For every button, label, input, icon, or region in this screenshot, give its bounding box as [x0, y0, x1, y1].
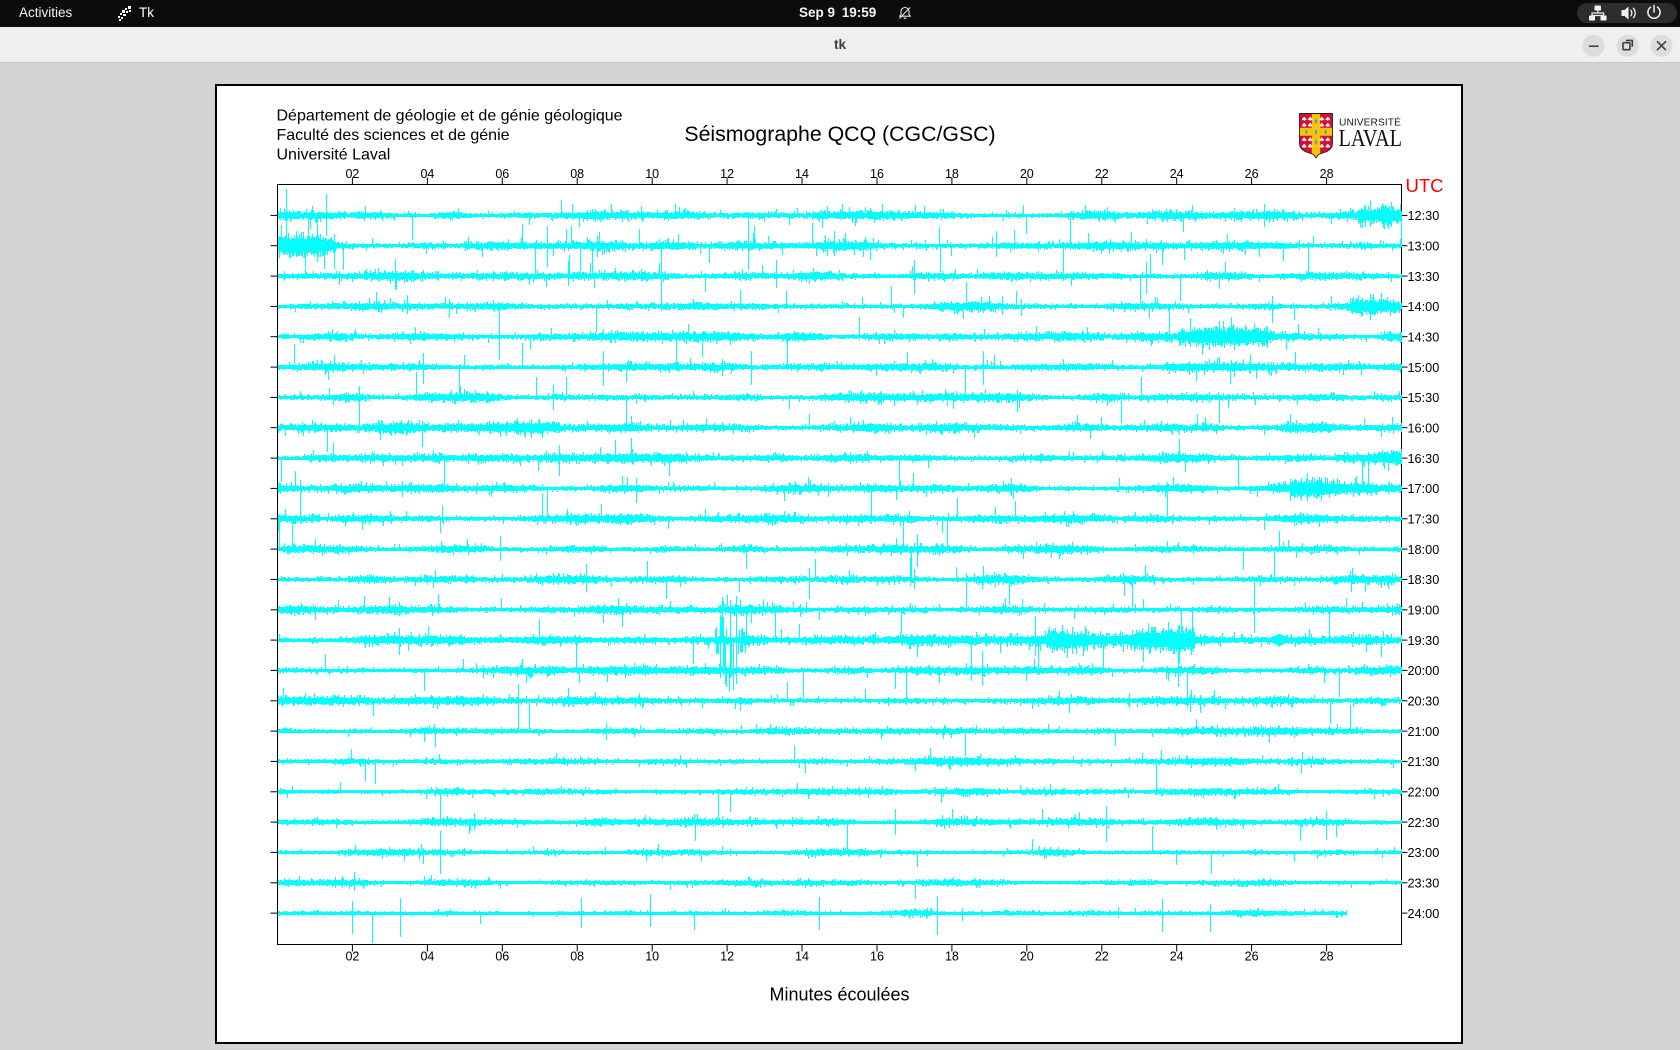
svg-text:18:00: 18:00 — [1408, 543, 1440, 557]
svg-text:18: 18 — [945, 950, 959, 964]
svg-text:15:00: 15:00 — [1408, 361, 1440, 375]
svg-text:13:00: 13:00 — [1408, 239, 1440, 253]
svg-text:10: 10 — [645, 167, 659, 181]
svg-text:Séismographe QCQ (CGC/GSC): Séismographe QCQ (CGC/GSC) — [684, 122, 995, 146]
svg-text:28: 28 — [1320, 950, 1334, 964]
svg-text:14:00: 14:00 — [1408, 300, 1440, 314]
svg-text:26: 26 — [1245, 167, 1259, 181]
svg-text:Département de géologie et de: Département de géologie et de génie géol… — [277, 108, 623, 125]
svg-text:06: 06 — [495, 950, 509, 964]
svg-text:21:30: 21:30 — [1408, 755, 1440, 769]
svg-text:17:30: 17:30 — [1408, 513, 1440, 527]
svg-text:20: 20 — [1020, 950, 1034, 964]
svg-text:LAVAL: LAVAL — [1339, 126, 1403, 152]
svg-text:12:30: 12:30 — [1408, 209, 1440, 223]
svg-text:14:30: 14:30 — [1408, 330, 1440, 344]
svg-text:06: 06 — [495, 167, 509, 181]
svg-text:20:00: 20:00 — [1408, 664, 1440, 678]
svg-text:14: 14 — [795, 167, 809, 181]
svg-text:02: 02 — [345, 167, 359, 181]
svg-text:14: 14 — [795, 950, 809, 964]
svg-text:13:30: 13:30 — [1408, 270, 1440, 284]
svg-text:28: 28 — [1320, 167, 1334, 181]
svg-text:10: 10 — [645, 950, 659, 964]
svg-text:22:30: 22:30 — [1408, 816, 1440, 830]
svg-text:22:00: 22:00 — [1408, 786, 1440, 800]
svg-text:24: 24 — [1170, 167, 1184, 181]
svg-text:Faculté des sciences et de gén: Faculté des sciences et de génie — [277, 127, 510, 144]
svg-text:18: 18 — [945, 167, 959, 181]
svg-text:16: 16 — [870, 950, 884, 964]
svg-text:16:00: 16:00 — [1408, 421, 1440, 435]
svg-text:24:00: 24:00 — [1408, 907, 1440, 921]
svg-text:18:30: 18:30 — [1408, 573, 1440, 587]
svg-text:16: 16 — [870, 167, 884, 181]
svg-text:20: 20 — [1020, 167, 1034, 181]
svg-text:Minutes écoulées: Minutes écoulées — [769, 985, 909, 1005]
svg-text:12: 12 — [720, 167, 734, 181]
svg-text:02: 02 — [345, 950, 359, 964]
svg-text:04: 04 — [420, 167, 434, 181]
svg-text:16:30: 16:30 — [1408, 452, 1440, 466]
svg-text:22: 22 — [1095, 167, 1109, 181]
svg-text:04: 04 — [420, 950, 434, 964]
svg-text:22: 22 — [1095, 950, 1109, 964]
svg-text:24: 24 — [1170, 950, 1184, 964]
svg-text:23:30: 23:30 — [1408, 877, 1440, 891]
svg-text:15:30: 15:30 — [1408, 391, 1440, 405]
svg-text:08: 08 — [570, 950, 584, 964]
svg-text:12: 12 — [720, 950, 734, 964]
svg-text:17:00: 17:00 — [1408, 482, 1440, 496]
svg-text:UTC: UTC — [1406, 175, 1444, 196]
svg-text:21:00: 21:00 — [1408, 725, 1440, 739]
svg-text:20:30: 20:30 — [1408, 695, 1440, 709]
svg-text:08: 08 — [570, 167, 584, 181]
svg-text:26: 26 — [1245, 950, 1259, 964]
svg-text:23:00: 23:00 — [1408, 846, 1440, 860]
svg-text:19:30: 19:30 — [1408, 634, 1440, 648]
svg-text:19:00: 19:00 — [1408, 604, 1440, 618]
svg-text:Université Laval: Université Laval — [277, 146, 391, 163]
